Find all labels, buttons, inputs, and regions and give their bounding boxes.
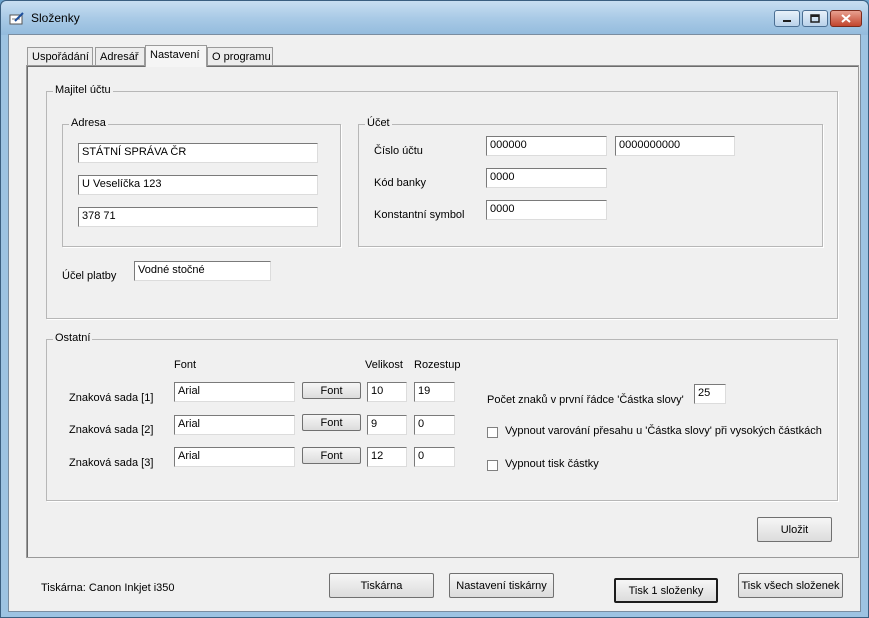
charset-2-label: Znaková sada [2] [69, 424, 154, 436]
disable-overflow-warning-label[interactable]: Vypnout varování přesahu u 'Částka slovy… [505, 425, 822, 437]
char-count-input[interactable]: 25 [694, 384, 726, 404]
charset-2-spacing-input[interactable]: 0 [414, 415, 455, 435]
owner-group-title: Majitel účtu [53, 84, 113, 96]
disable-amount-print-checkbox[interactable] [487, 460, 498, 471]
account-group-title: Účet [365, 117, 392, 129]
print-one-button[interactable]: Tisk 1 složenky [614, 578, 718, 603]
tab-nastaveni[interactable]: Nastavení [145, 45, 207, 67]
charset-1-font-button[interactable]: Font [302, 382, 361, 399]
owner-group: Majitel účtu Adresa STÁTNÍ SPRÁVA ČR U V… [46, 84, 838, 319]
purpose-label: Účel platby [62, 270, 117, 282]
charset-1-label: Znaková sada [1] [69, 392, 154, 404]
charset-3-size-input[interactable]: 12 [367, 447, 407, 467]
size-column-header: Velikost [365, 359, 403, 371]
client-area: Uspořádání Adresář Nastavení O programu … [8, 34, 861, 612]
constant-symbol-input[interactable]: 0000 [486, 200, 607, 220]
address-line3-input[interactable]: 378 71 [78, 207, 318, 227]
minimize-button[interactable] [774, 10, 800, 27]
purpose-input[interactable]: Vodné stočné [134, 261, 271, 281]
address-group: Adresa STÁTNÍ SPRÁVA ČR U Veselíčka 123 … [62, 117, 341, 247]
charset-1-font-input[interactable]: Arial [174, 382, 295, 402]
charset-3-font-input[interactable]: Arial [174, 447, 295, 467]
charset-3-label: Znaková sada [3] [69, 457, 154, 469]
account-prefix-input[interactable]: 000000 [486, 136, 607, 156]
other-group-title: Ostatní [53, 332, 93, 344]
close-button[interactable] [830, 10, 862, 27]
tab-usporadani[interactable]: Uspořádání [27, 47, 93, 66]
maximize-button[interactable] [802, 10, 828, 27]
account-group: Účet Číslo účtu 000000 0000000000 Kód ba… [358, 117, 823, 247]
charset-3-font-button[interactable]: Font [302, 447, 361, 464]
charset-2-font-button[interactable]: Font [302, 414, 361, 431]
charset-2-size-input[interactable]: 9 [367, 415, 407, 435]
print-all-button[interactable]: Tisk všech složenek [738, 573, 843, 598]
account-number-label: Číslo účtu [374, 145, 423, 157]
charset-1-spacing-input[interactable]: 19 [414, 382, 455, 402]
spacing-column-header: Rozestup [414, 359, 461, 371]
tab-adresar[interactable]: Adresář [95, 47, 145, 66]
account-number-input[interactable]: 0000000000 [615, 136, 735, 156]
printer-button[interactable]: Tiskárna [329, 573, 434, 598]
address-line1-input[interactable]: STÁTNÍ SPRÁVA ČR [78, 143, 318, 163]
app-window: Složenky Uspořádání Adresář Nastavení O … [0, 0, 869, 618]
address-line2-input[interactable]: U Veselíčka 123 [78, 175, 318, 195]
disable-amount-print-label[interactable]: Vypnout tisk částky [505, 458, 599, 470]
maximize-icon [810, 14, 820, 23]
minimize-icon [783, 19, 791, 22]
settings-panel: Majitel účtu Adresa STÁTNÍ SPRÁVA ČR U V… [26, 65, 859, 558]
close-icon [841, 14, 851, 23]
tab-o-programu[interactable]: O programu [207, 47, 273, 66]
printer-status: Tiskárna: Canon Inkjet i350 [41, 582, 175, 594]
disable-overflow-warning-checkbox[interactable] [487, 427, 498, 438]
printer-settings-button[interactable]: Nastavení tiskárny [449, 573, 554, 598]
bank-code-input[interactable]: 0000 [486, 168, 607, 188]
window-title: Složenky [31, 11, 80, 25]
char-count-label: Počet znaků v první řádce 'Částka slovy' [487, 394, 684, 406]
title-bar[interactable]: Složenky [1, 1, 868, 35]
address-group-title: Adresa [69, 117, 108, 129]
save-button[interactable]: Uložit [757, 517, 832, 542]
charset-3-spacing-input[interactable]: 0 [414, 447, 455, 467]
font-column-header: Font [174, 359, 197, 371]
bank-code-label: Kód banky [374, 177, 426, 189]
charset-2-font-input[interactable]: Arial [174, 415, 295, 435]
charset-1-size-input[interactable]: 10 [367, 382, 407, 402]
app-icon [9, 12, 24, 25]
constant-symbol-label: Konstantní symbol [374, 209, 465, 221]
other-group: Ostatní Font Velikost Rozestup Znaková s… [46, 332, 838, 501]
